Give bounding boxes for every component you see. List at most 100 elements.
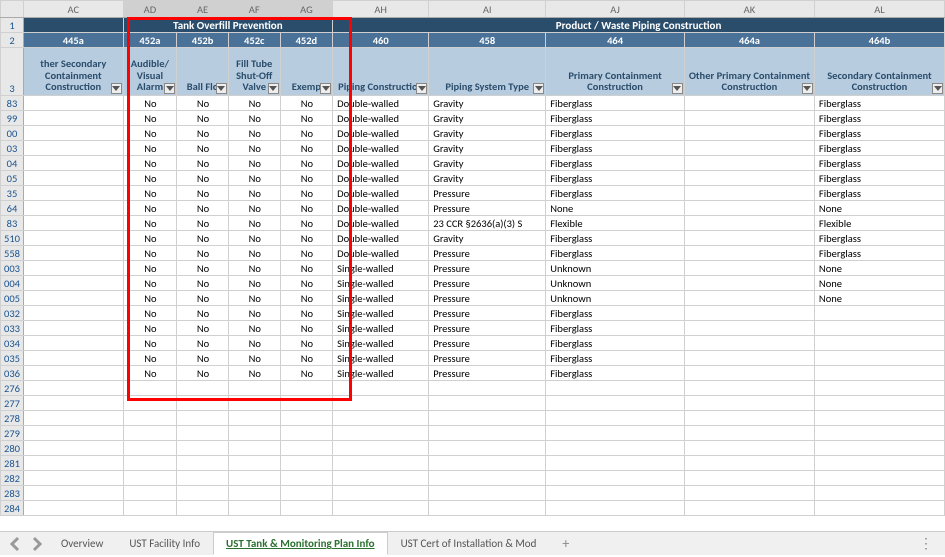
- filter-dropdown-icon[interactable]: [932, 83, 943, 94]
- row-header[interactable]: 00: [1, 126, 24, 141]
- data-cell[interactable]: [333, 426, 429, 441]
- data-cell[interactable]: [684, 96, 814, 111]
- data-cell[interactable]: No: [280, 351, 333, 366]
- data-cell[interactable]: No: [177, 126, 229, 141]
- data-cell[interactable]: Unknown: [546, 261, 685, 276]
- data-cell[interactable]: Double-walled: [333, 111, 429, 126]
- column-header[interactable]: AD: [123, 1, 177, 18]
- data-cell[interactable]: Fiberglass: [814, 111, 944, 126]
- data-cell[interactable]: No: [228, 141, 280, 156]
- data-cell[interactable]: [228, 501, 280, 516]
- row-header[interactable]: 004: [1, 276, 24, 291]
- data-cell[interactable]: [684, 381, 814, 396]
- nav-prev-button[interactable]: [8, 536, 24, 552]
- data-cell[interactable]: No: [228, 321, 280, 336]
- data-cell[interactable]: No: [228, 111, 280, 126]
- data-cell[interactable]: No: [177, 111, 229, 126]
- data-cell[interactable]: No: [177, 231, 229, 246]
- data-cell[interactable]: No: [228, 231, 280, 246]
- data-cell[interactable]: [23, 96, 123, 111]
- column-header[interactable]: AF: [228, 1, 280, 18]
- data-cell[interactable]: [23, 441, 123, 456]
- data-cell[interactable]: Single-walled: [333, 366, 429, 381]
- data-cell[interactable]: Fiberglass: [546, 321, 685, 336]
- data-cell[interactable]: No: [177, 246, 229, 261]
- filter-dropdown-icon[interactable]: [416, 83, 427, 94]
- data-cell[interactable]: Gravity: [429, 111, 546, 126]
- sheet-tab[interactable]: Overview: [48, 532, 116, 555]
- data-cell[interactable]: Fiberglass: [546, 126, 685, 141]
- data-cell[interactable]: Single-walled: [333, 306, 429, 321]
- data-cell[interactable]: Double-walled: [333, 246, 429, 261]
- data-cell[interactable]: [280, 411, 333, 426]
- data-cell[interactable]: [684, 141, 814, 156]
- data-cell[interactable]: [684, 291, 814, 306]
- data-cell[interactable]: [684, 261, 814, 276]
- row-header[interactable]: 04: [1, 156, 24, 171]
- data-cell[interactable]: No: [177, 171, 229, 186]
- data-cell[interactable]: [429, 471, 546, 486]
- data-cell[interactable]: [280, 456, 333, 471]
- column-header[interactable]: AJ: [546, 1, 685, 18]
- data-cell[interactable]: [23, 216, 123, 231]
- data-cell[interactable]: No: [280, 171, 333, 186]
- data-cell[interactable]: [684, 171, 814, 186]
- data-cell[interactable]: [23, 501, 123, 516]
- data-cell[interactable]: [429, 456, 546, 471]
- data-cell[interactable]: No: [123, 366, 177, 381]
- data-cell[interactable]: [333, 381, 429, 396]
- data-cell[interactable]: No: [123, 291, 177, 306]
- data-cell[interactable]: No: [123, 96, 177, 111]
- data-cell[interactable]: Pressure: [429, 351, 546, 366]
- data-cell[interactable]: [228, 441, 280, 456]
- data-cell[interactable]: [23, 246, 123, 261]
- data-cell[interactable]: [123, 381, 177, 396]
- column-field-header[interactable]: Piping Construction: [333, 48, 429, 96]
- row-header[interactable]: 034: [1, 336, 24, 351]
- data-cell[interactable]: [814, 336, 944, 351]
- data-cell[interactable]: [684, 411, 814, 426]
- data-cell[interactable]: No: [177, 351, 229, 366]
- column-field-header[interactable]: Other Primary Containment Construction: [684, 48, 814, 96]
- data-cell[interactable]: [280, 486, 333, 501]
- data-cell[interactable]: No: [123, 261, 177, 276]
- data-cell[interactable]: [23, 351, 123, 366]
- data-cell[interactable]: [814, 426, 944, 441]
- data-cell[interactable]: No: [123, 246, 177, 261]
- data-cell[interactable]: [23, 291, 123, 306]
- data-cell[interactable]: [684, 321, 814, 336]
- data-cell[interactable]: No: [228, 216, 280, 231]
- row-header[interactable]: 284: [1, 501, 24, 516]
- data-cell[interactable]: No: [123, 336, 177, 351]
- data-cell[interactable]: [23, 426, 123, 441]
- data-cell[interactable]: [123, 486, 177, 501]
- data-cell[interactable]: No: [177, 96, 229, 111]
- data-cell[interactable]: [684, 501, 814, 516]
- row-header[interactable]: 277: [1, 396, 24, 411]
- data-cell[interactable]: [814, 486, 944, 501]
- data-cell[interactable]: Fiberglass: [546, 96, 685, 111]
- data-cell[interactable]: Single-walled: [333, 351, 429, 366]
- data-cell[interactable]: [814, 471, 944, 486]
- nav-next-button[interactable]: [28, 536, 44, 552]
- data-cell[interactable]: [177, 426, 229, 441]
- data-cell[interactable]: [814, 456, 944, 471]
- data-cell[interactable]: [684, 246, 814, 261]
- data-cell[interactable]: None: [814, 291, 944, 306]
- data-cell[interactable]: [23, 321, 123, 336]
- column-header[interactable]: AE: [177, 1, 229, 18]
- data-cell[interactable]: No: [177, 186, 229, 201]
- data-cell[interactable]: [684, 306, 814, 321]
- data-cell[interactable]: [684, 456, 814, 471]
- data-cell[interactable]: Fiberglass: [546, 171, 685, 186]
- data-cell[interactable]: No: [228, 171, 280, 186]
- filter-dropdown-icon[interactable]: [268, 83, 279, 94]
- data-cell[interactable]: No: [228, 156, 280, 171]
- data-cell[interactable]: No: [280, 261, 333, 276]
- data-cell[interactable]: Pressure: [429, 366, 546, 381]
- data-cell[interactable]: Fiberglass: [546, 231, 685, 246]
- row-header[interactable]: 558: [1, 246, 24, 261]
- row-header[interactable]: 83: [1, 216, 24, 231]
- data-cell[interactable]: No: [177, 276, 229, 291]
- data-cell[interactable]: Fiberglass: [814, 231, 944, 246]
